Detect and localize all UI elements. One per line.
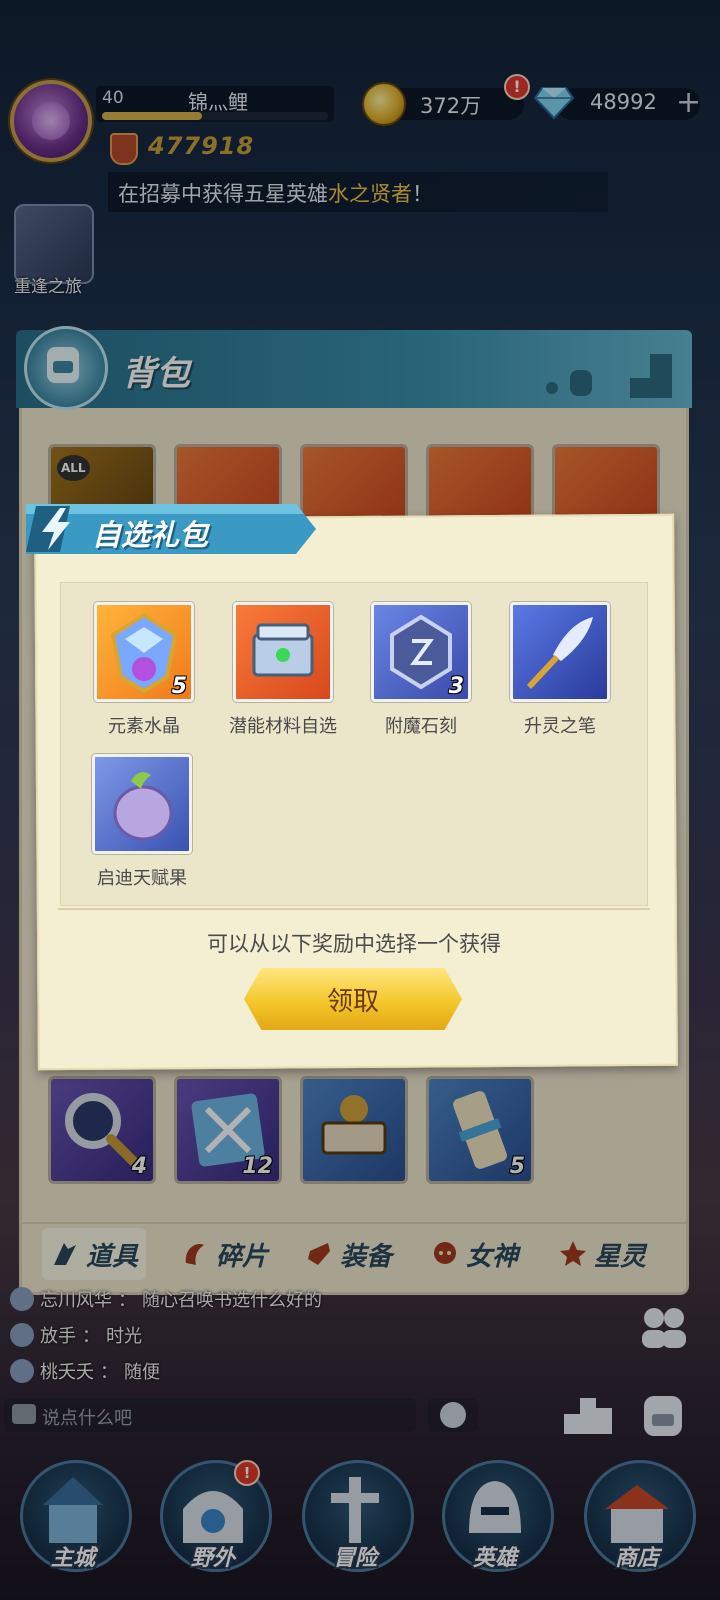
dialog-title: 自选礼包 [92, 518, 209, 552]
reward-label: 潜能材料自选 [229, 716, 337, 737]
lightning-icon [42, 508, 70, 550]
reward-label: 附魔石刻 [385, 716, 457, 737]
reward-potential-material-chest[interactable] [233, 602, 333, 702]
dialog-divider [58, 908, 650, 910]
dialog-instruction: 可以从以下奖励中选择一个获得 [207, 932, 501, 956]
reward-label: 升灵之笔 [524, 716, 596, 737]
reward-quantity: 5 [171, 674, 187, 699]
reward-label: 启迪天赋果 [97, 868, 187, 889]
reward-talent-fruit[interactable] [92, 754, 192, 854]
potential-chest-icon [252, 623, 314, 677]
claim-button-label: 领取 [326, 986, 379, 1017]
reward-label: 元素水晶 [108, 716, 180, 737]
reward-enchant-stone[interactable]: 3 [371, 602, 471, 702]
reward-ascension-pen[interactable] [510, 602, 610, 702]
ascend-pen-icon [526, 617, 593, 690]
claim-button[interactable]: 领取 [244, 968, 462, 1030]
reward-quantity: 3 [448, 674, 464, 699]
reward-element-crystal[interactable]: 5 [94, 602, 194, 702]
talent-fruit-icon [113, 772, 173, 841]
